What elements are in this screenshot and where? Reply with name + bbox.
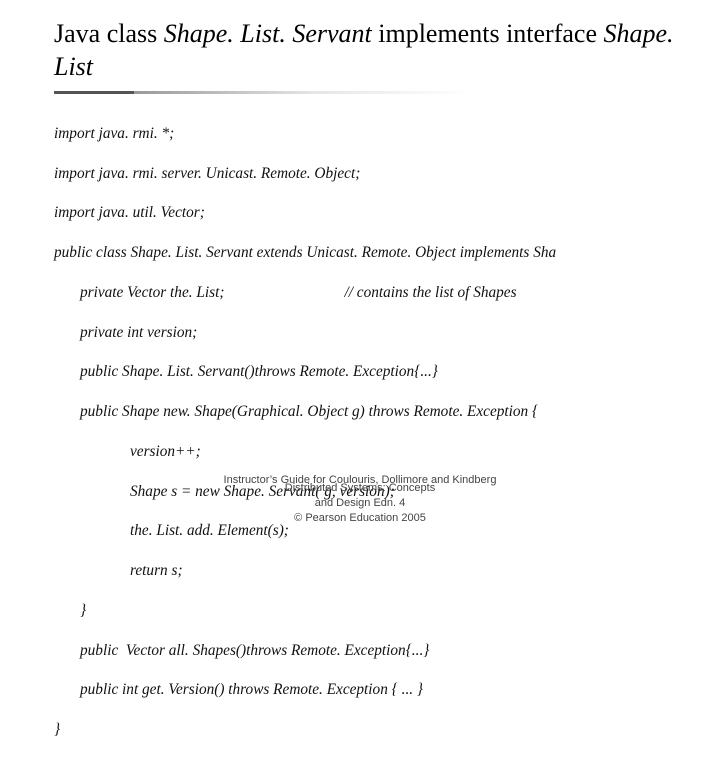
code-block: import java. rmi. *; import java. rmi. s… [54,104,686,780]
footer-overlap-line: Instructor’s Guide for Coulouris, Dollim… [0,473,720,488]
code-line: public int get. Version() throws Remote.… [54,680,686,700]
page-title: Java class Shape. List. Servant implemen… [54,18,686,83]
code-line: version++; [54,442,686,462]
code-line: public class Shape. List. Servant extend… [54,243,686,263]
title-text-2: implements interface [372,19,604,48]
footer-line: and Design Edn. 4 [0,496,720,511]
title-italic-1: Shape. List. Servant [164,19,372,48]
code-line: import java. util. Vector; [54,203,686,223]
footer: Instructor’s Guide for Coulouris, Dollim… [0,467,720,526]
code-line: public Shape new. Shape(Graphical. Objec… [54,402,686,422]
code-line: import java. rmi. server. Unicast. Remot… [54,164,686,184]
code-comment: // contains the list of Shapes [224,284,516,301]
slide: Java class Shape. List. Servant implemen… [0,0,720,780]
code-line: import java. rmi. *; [54,124,686,144]
title-underline [54,91,686,94]
title-text-1: Java class [54,19,164,48]
code-text: private Vector the. List; [80,284,224,301]
code-line: public Shape. List. Servant()throws Remo… [54,362,686,382]
code-line: private Vector the. List;// contains the… [54,283,686,303]
code-line: private int version; [54,323,686,343]
code-line: } [54,601,686,621]
footer-line: © Pearson Education 2005 [0,511,720,526]
code-line: public Vector all. Shapes()throws Remote… [54,641,686,661]
code-line: return s; [54,561,686,581]
code-line: } [54,720,686,740]
